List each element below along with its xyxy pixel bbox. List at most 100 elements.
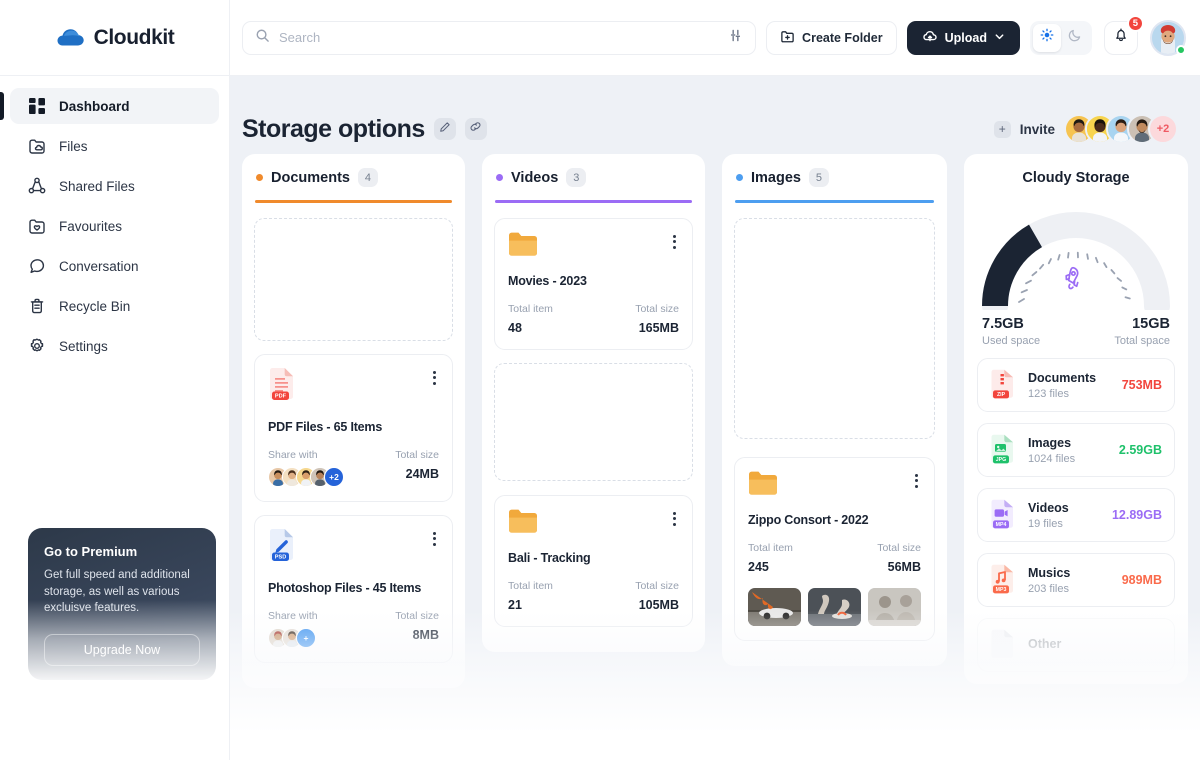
svg-text:PDF: PDF (275, 393, 287, 399)
sidebar-item-label: Recycle Bin (59, 299, 130, 314)
sidebar-item-shared-files[interactable]: Shared Files (10, 168, 219, 204)
storage-item-files: 19 files (1028, 518, 1101, 530)
kebab-menu-icon[interactable] (912, 470, 921, 492)
folder-icon (508, 231, 538, 262)
storage-item-musics[interactable]: MP3 Musics 203 files 989MB (977, 553, 1175, 607)
column-images: Images 5 Zippo Co (722, 154, 947, 666)
folder-card-movies[interactable]: Movies - 2023 Total item 48 Total size 1… (494, 218, 693, 350)
column-header: Images 5 (734, 168, 935, 187)
storage-item-videos[interactable]: MP4 Videos 19 files 12.89GB (977, 488, 1175, 542)
thumbnail-image[interactable] (868, 588, 921, 626)
brand[interactable]: Cloudkit (0, 0, 229, 76)
cloudy-storage-panel: Cloudy Storage (964, 154, 1188, 684)
sidebar-item-recycle-bin[interactable]: Recycle Bin (10, 288, 219, 324)
premium-card: Go to Premium Get full speed and additio… (28, 528, 216, 680)
create-folder-button[interactable]: Create Folder (766, 21, 897, 55)
sun-icon (1040, 28, 1054, 47)
user-menu[interactable] (1150, 20, 1186, 56)
thumbnail-image[interactable] (748, 588, 801, 626)
moon-icon (1068, 28, 1082, 47)
panel-title: Cloudy Storage (977, 170, 1175, 186)
sidebar: Cloudkit Dashboard (0, 0, 230, 760)
share-with-group: Share with + (268, 610, 318, 648)
thumbnail-row (748, 588, 921, 626)
share-nodes-icon (28, 177, 46, 195)
edit-title-button[interactable] (434, 118, 456, 140)
trash-icon (28, 297, 46, 315)
file-card-photoshop[interactable]: PSD Photoshop Files - 45 Items Share wit… (254, 515, 453, 663)
column-rule (495, 200, 692, 203)
share-overflow-count[interactable]: + (296, 628, 316, 648)
dropzone-videos[interactable] (494, 363, 693, 481)
invite-avatar-stack[interactable]: +2 (1064, 114, 1178, 144)
sliders-icon[interactable] (728, 28, 743, 48)
main-content: Storage options + Invite (230, 76, 1200, 760)
card-title: Photoshop Files - 45 Items (268, 581, 439, 595)
copy-link-button[interactable] (465, 118, 487, 140)
share-overflow-count[interactable]: +2 (324, 467, 344, 487)
sidebar-item-files[interactable]: Files (10, 128, 219, 164)
total-item-label: Total item (748, 542, 793, 554)
total-size-label: Total size (635, 303, 679, 315)
storage-item-images[interactable]: JPG Images 1024 files 2.59GB (977, 423, 1175, 477)
sidebar-item-settings[interactable]: Settings (10, 328, 219, 364)
search-input[interactable] (279, 30, 728, 45)
share-avatar-stack[interactable]: + (268, 628, 318, 648)
notifications[interactable]: 5 (1104, 21, 1138, 55)
rocket-icon (1066, 268, 1078, 289)
folder-heart-icon (28, 217, 46, 235)
storage-item-name: Other (1028, 637, 1151, 651)
total-size-label: Total size (877, 542, 921, 554)
total-size-group: Total size 24MB (395, 449, 439, 487)
theme-toggle[interactable] (1030, 21, 1092, 55)
brand-name: Cloudkit (94, 26, 175, 50)
column-rule (255, 200, 452, 203)
total-item-value: 21 (508, 598, 553, 612)
notification-badge: 5 (1127, 15, 1144, 32)
total-size-value: 56MB (877, 560, 921, 574)
sidebar-item-favourites[interactable]: Favourites (10, 208, 219, 244)
storage-item-documents[interactable]: ZIP Documents 123 files 753MB (977, 358, 1175, 412)
kebab-menu-icon[interactable] (430, 367, 439, 389)
plus-icon[interactable]: + (994, 121, 1011, 138)
file-icon (990, 629, 1017, 661)
upload-button[interactable]: Upload (907, 21, 1020, 55)
column-title: Videos (511, 170, 558, 186)
sidebar-item-label: Favourites (59, 219, 122, 234)
kebab-menu-icon[interactable] (430, 528, 439, 550)
file-card-pdf[interactable]: PDF PDF Files - 65 Items Share with (254, 354, 453, 502)
dropzone-documents[interactable] (254, 218, 453, 341)
total-size-value: 24MB (395, 467, 439, 481)
storage-item-size: 12.89GB (1112, 508, 1162, 522)
folder-cloud-icon (28, 137, 46, 155)
sidebar-item-conversation[interactable]: Conversation (10, 248, 219, 284)
search-box[interactable] (242, 21, 756, 55)
chat-bubble-icon (28, 257, 46, 275)
premium-description: Get full speed and additional storage, a… (44, 567, 200, 617)
theme-light-option[interactable] (1033, 24, 1061, 52)
storage-item-size: 753MB (1122, 378, 1162, 392)
sidebar-item-label: Settings (59, 339, 108, 354)
column-videos: Videos 3 Movies - 2023 (482, 154, 705, 652)
theme-dark-option[interactable] (1061, 24, 1089, 52)
folder-card-zippo[interactable]: Zippo Consort - 2022 Total item 245 Tota… (734, 457, 935, 641)
upgrade-now-button[interactable]: Upgrade Now (44, 634, 200, 666)
create-folder-label: Create Folder (802, 31, 883, 45)
share-avatar-stack[interactable]: +2 (268, 467, 344, 487)
total-size-label: Total size (395, 610, 439, 622)
total-space-value: 15GB (1114, 316, 1170, 332)
kebab-menu-icon[interactable] (670, 231, 679, 253)
kebab-menu-icon[interactable] (670, 508, 679, 530)
storage-item-other[interactable]: Other (977, 618, 1175, 672)
column-count: 3 (566, 168, 586, 187)
folder-card-bali[interactable]: Bali - Tracking Total item 21 Total size… (494, 495, 693, 627)
storage-item-files: 123 files (1028, 388, 1111, 400)
invite-overflow-count[interactable]: +2 (1148, 114, 1178, 144)
dropzone-images[interactable] (734, 218, 935, 439)
thumbnail-image[interactable] (808, 588, 861, 626)
folder-icon (508, 508, 538, 539)
sidebar-item-dashboard[interactable]: Dashboard (10, 88, 219, 124)
storage-item-files: 203 files (1028, 583, 1111, 595)
sidebar-item-label: Conversation (59, 259, 139, 274)
total-item-group: Total item 245 (748, 542, 793, 574)
